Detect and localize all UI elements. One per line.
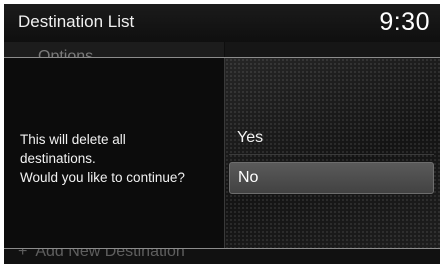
add-new-destination-text: Add New Destination <box>35 248 185 260</box>
yes-button[interactable]: Yes <box>229 121 434 155</box>
plus-icon: + <box>18 248 28 260</box>
confirm-delete-dialog: This will delete all destinations. Would… <box>4 57 440 249</box>
dialog-message: This will delete all destinations. Would… <box>20 130 220 187</box>
screenshot-frame: Destination List 9:30 Options + Add New D… <box>0 0 443 267</box>
no-button[interactable]: No <box>229 162 434 194</box>
add-new-destination-label: + Add New Destination <box>18 248 185 261</box>
page-title: Destination List <box>18 12 135 31</box>
dialog-message-line: This will delete all <box>20 132 126 147</box>
nav-screen: Destination List 9:30 Options + Add New D… <box>4 4 440 264</box>
clock: 9:30 <box>379 8 430 36</box>
title-bar: Destination List 9:30 <box>4 4 440 42</box>
dialog-message-line: Would you like to continue? <box>20 170 185 185</box>
dialog-message-line: destinations. <box>20 151 96 166</box>
add-new-destination-item[interactable]: + Add New Destination <box>4 248 440 264</box>
